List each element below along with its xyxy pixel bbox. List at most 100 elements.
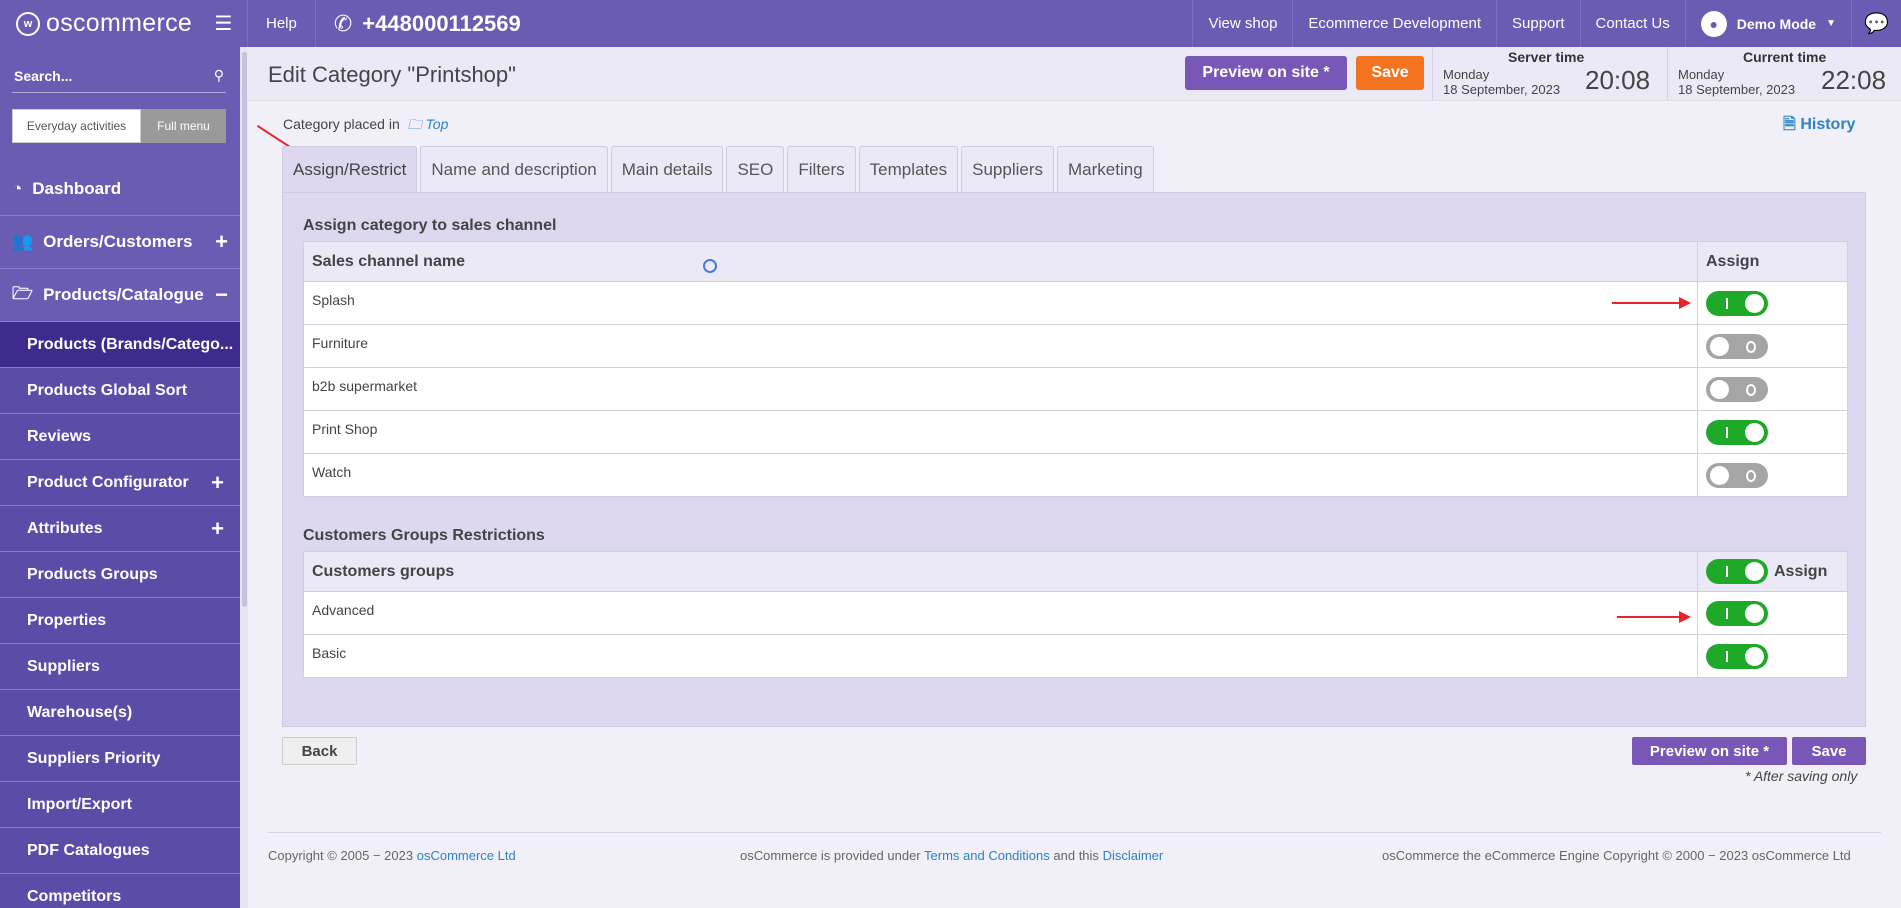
tab-filters[interactable]: Filters — [787, 146, 856, 193]
search-input[interactable]: Search... — [14, 68, 72, 84]
sidebar-item-orders[interactable]: 👥 Orders/Customers + — [0, 216, 240, 269]
view-shop-link[interactable]: View shop — [1192, 0, 1292, 47]
expand-icon[interactable]: + — [211, 516, 224, 542]
logo-text: oscommerce — [46, 9, 193, 37]
current-time: Current time Monday 18 September, 2023 2… — [1667, 47, 1901, 101]
tab-main-details[interactable]: Main details — [610, 146, 724, 193]
sidebar-subitem-attributes[interactable]: Attributes + — [0, 506, 240, 552]
everyday-activities-button[interactable]: Everyday activities — [12, 109, 141, 143]
user-menu[interactable]: ● Demo Mode ▼ — [1684, 0, 1851, 47]
sales-channel-name: Furniture — [303, 324, 1698, 368]
oscommerce-ltd-link[interactable]: osCommerce Ltd — [417, 848, 516, 863]
top-bar: w oscommerce ☰ Help ✆ +448000112569 View… — [0, 0, 1901, 47]
full-menu-button[interactable]: Full menu — [141, 109, 226, 143]
sidebar-subitem-global-sort[interactable]: Products Global Sort — [0, 368, 240, 414]
sidebar-search[interactable]: Search... ⚲ — [12, 59, 226, 93]
customer-groups-section-title: Customers Groups Restrictions — [303, 527, 545, 544]
tab-suppliers[interactable]: Suppliers — [961, 146, 1055, 193]
sidebar-subitem-suppliers-priority[interactable]: Suppliers Priority — [0, 736, 240, 782]
sidebar-subitem-products-brands[interactable]: Products (Brands/Catego... — [0, 322, 240, 368]
tab-templates[interactable]: Templates — [858, 146, 959, 193]
assign-toggle[interactable] — [1706, 376, 1768, 402]
license-text: osCommerce is provided under — [740, 848, 921, 863]
assign-all-toggle[interactable] — [1706, 559, 1768, 584]
sidebar-subitem-reviews[interactable]: Reviews — [0, 414, 240, 460]
assign-toggle[interactable] — [1706, 643, 1768, 669]
content-header: Edit Category "Printshop" Preview on sit… — [248, 47, 1901, 101]
tab-seo[interactable]: SEO — [726, 146, 785, 193]
after-saving-note: * After saving only — [1745, 768, 1858, 784]
assign-restrict-panel: Assign category to sales channel Sales c… — [282, 192, 1866, 727]
save-button-bottom[interactable]: Save — [1792, 737, 1866, 765]
collapse-icon[interactable]: − — [215, 282, 228, 308]
search-icon[interactable]: ⚲ — [214, 67, 224, 84]
user-name: Demo Mode — [1736, 15, 1817, 32]
expand-icon[interactable]: + — [211, 470, 224, 496]
customer-groups-header: Customers groups — [303, 551, 1698, 592]
terms-link[interactable]: Terms and Conditions — [924, 848, 1050, 863]
assign-toggle[interactable] — [1706, 419, 1768, 445]
phone-number: +448000112569 — [362, 10, 521, 36]
support-link[interactable]: Support — [1496, 0, 1580, 47]
preview-on-site-button-bottom[interactable]: Preview on site * — [1632, 737, 1787, 765]
logo[interactable]: w oscommerce — [0, 0, 200, 47]
customer-group-name: Advanced — [303, 591, 1698, 635]
category-placed-in: Category placed in 🗀 Top — [283, 114, 448, 138]
menu-toggle-icon[interactable]: ☰ — [200, 0, 248, 47]
license-and-text: and this — [1053, 848, 1099, 863]
disclaimer-link[interactable]: Disclaimer — [1103, 848, 1164, 863]
assign-toggle[interactable] — [1706, 462, 1768, 488]
page-title: Edit Category "Printshop" — [268, 62, 516, 87]
user-avatar-icon: ● — [1700, 10, 1727, 37]
expand-icon[interactable]: + — [215, 229, 228, 255]
footer-license: osCommerce is provided under Terms and C… — [740, 848, 1163, 863]
save-button[interactable]: Save — [1356, 56, 1424, 90]
help-link[interactable]: Help — [248, 0, 316, 47]
assign-toggle[interactable] — [1706, 333, 1768, 359]
current-time-value: 22:08 — [1821, 65, 1887, 95]
assign-all-header: Assign — [1697, 551, 1848, 592]
ecommerce-development-link[interactable]: Ecommerce Development — [1292, 0, 1496, 47]
assign-toggle[interactable] — [1706, 600, 1768, 626]
sidebar-subitem-suppliers[interactable]: Suppliers — [0, 644, 240, 690]
phone-link[interactable]: ✆ +448000112569 — [316, 0, 539, 47]
history-link[interactable]: 🗎 History — [1783, 113, 1855, 140]
sidebar-item-products[interactable]: 🗁 Products/Catalogue − — [0, 269, 240, 322]
top-category-label: Top — [425, 116, 449, 132]
sidebar-subitem-import-export[interactable]: Import/Export — [0, 782, 240, 828]
sidebar-subitem-product-configurator[interactable]: Product Configurator + — [0, 460, 240, 506]
table-row: Watch — [303, 453, 1848, 497]
tab-name-description[interactable]: Name and description — [420, 146, 608, 193]
top-category-link[interactable]: 🗀 Top — [408, 116, 449, 132]
assign-all-label: Assign — [1774, 562, 1828, 580]
history-label: History — [1800, 116, 1856, 133]
current-date: Monday 18 September, 2023 — [1678, 67, 1796, 97]
tab-marketing[interactable]: Marketing — [1057, 146, 1154, 193]
sidebar-subitem-properties[interactable]: Properties — [0, 598, 240, 644]
contact-us-link[interactable]: Contact Us — [1579, 0, 1685, 47]
server-time-value: 20:08 — [1585, 65, 1651, 95]
chevron-down-icon: ▼ — [1826, 18, 1836, 29]
sidebar-subitem-competitors[interactable]: Competitors — [0, 874, 240, 908]
sidebar-scrollbar-thumb[interactable] — [242, 52, 247, 607]
folder-open-icon: 🗁 — [12, 283, 34, 303]
preview-on-site-button[interactable]: Preview on site * — [1185, 56, 1347, 90]
logo-mark-icon: w — [16, 11, 40, 36]
assign-header: Assign — [1697, 241, 1848, 282]
table-row: Advanced — [303, 591, 1848, 635]
annotation-arrow — [1617, 611, 1691, 623]
sidebar-subitem-pdf-catalogues[interactable]: PDF Catalogues — [0, 828, 240, 874]
sales-channel-name: Watch — [303, 453, 1698, 497]
sidebar-subitem-products-groups[interactable]: Products Groups — [0, 552, 240, 598]
back-button[interactable]: Back — [282, 737, 357, 765]
chat-icon[interactable]: 💬 — [1851, 0, 1901, 47]
sidebar-item-label: Dashboard — [32, 179, 122, 198]
sales-channel-section-title: Assign category to sales channel — [303, 217, 557, 234]
sidebar-item-dashboard[interactable]: ◔ Dashboard — [0, 163, 240, 216]
sales-channel-name: Splash — [303, 281, 1698, 325]
server-time: Server time Monday 18 September, 2023 20… — [1432, 47, 1667, 101]
tab-assign-restrict[interactable]: Assign/Restrict — [282, 146, 418, 193]
assign-toggle[interactable] — [1706, 290, 1768, 316]
sidebar-subitem-warehouses[interactable]: Warehouse(s) — [0, 690, 240, 736]
table-header: Customers groups Assign — [303, 551, 1848, 592]
